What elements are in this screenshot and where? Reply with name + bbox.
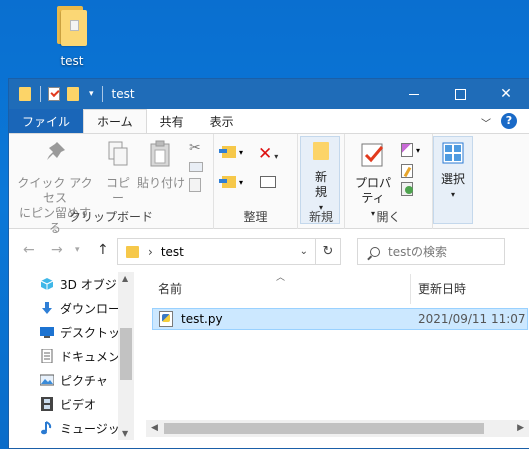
folder-icon bbox=[19, 87, 31, 101]
forward-arrow-icon[interactable]: → bbox=[51, 242, 63, 258]
copy-path-icon[interactable] bbox=[189, 162, 203, 172]
nav-item-downloads[interactable]: ダウンロード bbox=[8, 296, 134, 320]
sort-ascending-icon: ︿ bbox=[276, 273, 286, 283]
select-button[interactable]: 選択 ▾ bbox=[435, 142, 471, 202]
up-arrow-icon[interactable]: ↑ bbox=[97, 242, 109, 258]
properties-quick-icon[interactable] bbox=[48, 87, 60, 101]
tab-share[interactable]: 共有 bbox=[147, 109, 197, 133]
new-folder-icon bbox=[313, 142, 329, 160]
group-label-clipboard: クリップボード bbox=[68, 210, 153, 224]
hscrollbar-thumb[interactable] bbox=[164, 423, 484, 434]
scrollbar-thumb[interactable] bbox=[120, 328, 132, 380]
help-icon[interactable]: ? bbox=[501, 113, 517, 129]
column-header-name[interactable]: 名前 bbox=[158, 280, 182, 302]
nav-item-documents[interactable]: ドキュメント bbox=[8, 344, 134, 368]
pin-icon bbox=[47, 142, 65, 160]
delete-icon[interactable]: ✕ ▾ bbox=[258, 144, 278, 164]
refresh-button[interactable]: ↻ bbox=[315, 238, 341, 265]
search-input[interactable]: testの検索 bbox=[357, 238, 505, 265]
address-row: ← → ▾ ↑ › test ⌄ ↻ testの検索 bbox=[9, 229, 529, 271]
address-bar[interactable]: › test ⌄ bbox=[117, 238, 339, 265]
maximize-button[interactable] bbox=[437, 79, 483, 109]
videos-icon bbox=[41, 397, 53, 411]
copy-icon bbox=[108, 141, 128, 166]
3d-objects-icon bbox=[40, 278, 54, 290]
rename-icon[interactable] bbox=[260, 176, 276, 188]
group-new: 新 規 ▾ 新規 bbox=[298, 134, 345, 229]
new-folder-button[interactable]: 新 規 ▾ bbox=[302, 142, 340, 215]
open-button[interactable]: ▾ bbox=[401, 140, 420, 160]
desktop-icon-label: test bbox=[60, 54, 84, 68]
python-file-icon bbox=[159, 311, 173, 327]
scroll-right-icon[interactable]: ▶ bbox=[517, 423, 524, 433]
edit-icon[interactable] bbox=[401, 164, 413, 178]
file-modified: 2021/09/11 11:07 bbox=[418, 312, 526, 326]
file-list-hscrollbar[interactable]: ◀ ▶ bbox=[146, 420, 529, 437]
paste-icon bbox=[150, 140, 170, 167]
ribbon: クイック アクセス にピン留めする コピー 貼り付け ✂ クリップボード ▾ ✕… bbox=[9, 133, 529, 235]
move-to-button[interactable]: ▾ bbox=[219, 146, 243, 158]
navigation-pane: 3D オブジェク ダウンロード デスクトップ ドキュメント ピクチャ ビデオ ミ… bbox=[8, 272, 134, 440]
select-all-icon bbox=[442, 142, 464, 164]
close-button[interactable]: ✕ bbox=[483, 79, 529, 109]
scroll-left-icon[interactable]: ◀ bbox=[151, 423, 158, 433]
nav-item-pictures[interactable]: ピクチャ bbox=[8, 368, 134, 392]
group-clipboard: クイック アクセス にピン留めする コピー 貼り付け ✂ クリップボード bbox=[9, 134, 214, 235]
scroll-up-icon[interactable]: ▲ bbox=[122, 274, 128, 283]
properties-icon bbox=[361, 143, 384, 167]
chevron-right-icon[interactable]: › bbox=[148, 245, 153, 259]
file-list: ︿ 名前 更新日時 test.py 2021/09/11 11:07 bbox=[146, 272, 529, 440]
group-label-new: 新規 bbox=[308, 210, 333, 224]
new-folder-quick-icon[interactable] bbox=[67, 87, 79, 101]
chevron-down-icon[interactable]: ⌄ bbox=[300, 246, 308, 257]
documents-icon bbox=[41, 349, 53, 363]
copy-button[interactable]: コピー bbox=[101, 140, 135, 206]
quick-access-toolbar: ▾ bbox=[9, 79, 108, 109]
search-icon bbox=[370, 246, 380, 257]
tab-home[interactable]: ホーム bbox=[83, 109, 147, 133]
expand-ribbon-icon[interactable]: ﹀ bbox=[481, 115, 491, 130]
nav-item-music[interactable]: ミュージック bbox=[8, 416, 134, 440]
scroll-down-icon[interactable]: ▼ bbox=[122, 429, 128, 438]
window-title: test bbox=[111, 87, 135, 101]
nav-item-videos[interactable]: ビデオ bbox=[8, 392, 134, 416]
customize-toolbar-dropdown-icon[interactable]: ▾ bbox=[89, 89, 94, 99]
back-arrow-icon[interactable]: ← bbox=[23, 242, 35, 258]
nav-item-desktop[interactable]: デスクトップ bbox=[8, 320, 134, 344]
column-header-modified[interactable]: 更新日時 bbox=[418, 280, 466, 302]
group-label-open: 開く bbox=[376, 210, 401, 224]
pictures-icon bbox=[40, 374, 54, 386]
recent-locations-icon[interactable]: ▾ bbox=[75, 245, 80, 255]
ribbon-tabs: ファイル ホーム 共有 表示 ﹀ ? bbox=[9, 109, 529, 133]
tab-view[interactable]: 表示 bbox=[197, 109, 247, 133]
paste-shortcut-icon[interactable] bbox=[189, 178, 201, 192]
address-path: test bbox=[160, 244, 184, 259]
minimize-button[interactable] bbox=[391, 79, 437, 109]
nav-item-3d-objects[interactable]: 3D オブジェク bbox=[8, 272, 134, 296]
desktop-icon bbox=[40, 327, 54, 338]
desktop-folder-test[interactable]: test bbox=[44, 6, 100, 68]
file-row[interactable]: test.py 2021/09/11 11:07 bbox=[152, 308, 528, 330]
file-name: test.py bbox=[181, 312, 223, 326]
music-icon bbox=[41, 421, 52, 435]
copy-to-icon bbox=[219, 176, 236, 188]
history-icon[interactable] bbox=[401, 182, 413, 196]
tab-file[interactable]: ファイル bbox=[9, 109, 84, 133]
title-bar: ▾ test ✕ bbox=[9, 79, 529, 109]
open-icon bbox=[401, 143, 413, 157]
group-organize: ▾ ✕ ▾ ▾ 整理 bbox=[214, 134, 298, 229]
group-select: 選択 ▾ bbox=[433, 134, 479, 229]
group-label-organize: 整理 bbox=[243, 210, 268, 224]
group-open: プロパティ ▾ ▾ 開く bbox=[345, 134, 433, 229]
navigation-scrollbar[interactable]: ▲ ▼ bbox=[118, 272, 134, 440]
search-placeholder: testの検索 bbox=[388, 245, 448, 259]
folder-icon bbox=[57, 6, 87, 46]
paste-button[interactable]: 貼り付け bbox=[137, 140, 185, 191]
cut-icon[interactable]: ✂ bbox=[189, 140, 207, 162]
folder-icon bbox=[126, 245, 139, 258]
copy-to-button[interactable]: ▾ bbox=[219, 176, 243, 188]
move-to-icon bbox=[219, 146, 236, 158]
download-icon bbox=[42, 302, 52, 314]
